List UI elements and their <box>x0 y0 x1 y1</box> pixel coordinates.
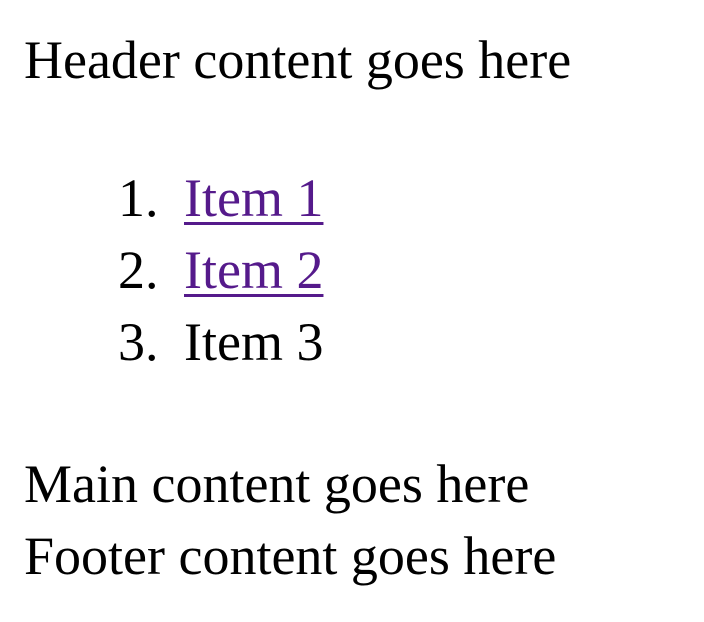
item-3-text: Item 3 <box>184 312 324 372</box>
list-item: 3. Item 3 <box>0 306 704 378</box>
list-item: 2. Item 2 <box>0 234 704 306</box>
ordered-list: 1. Item 1 2. Item 2 3. Item 3 <box>0 162 704 378</box>
item-2-link[interactable]: Item 2 <box>184 240 323 300</box>
list-item: 1. Item 1 <box>0 162 704 234</box>
item-1-link[interactable]: Item 1 <box>184 168 323 228</box>
list-marker: 2. <box>118 240 159 300</box>
page: Header content goes here 1. Item 1 2. It… <box>0 0 704 622</box>
footer-text: Footer content goes here <box>24 526 557 586</box>
main-text: Main content goes here <box>24 454 530 514</box>
list-marker: 1. <box>118 168 159 228</box>
header-text: Header content goes here <box>24 30 572 90</box>
list-marker: 3. <box>118 312 159 372</box>
